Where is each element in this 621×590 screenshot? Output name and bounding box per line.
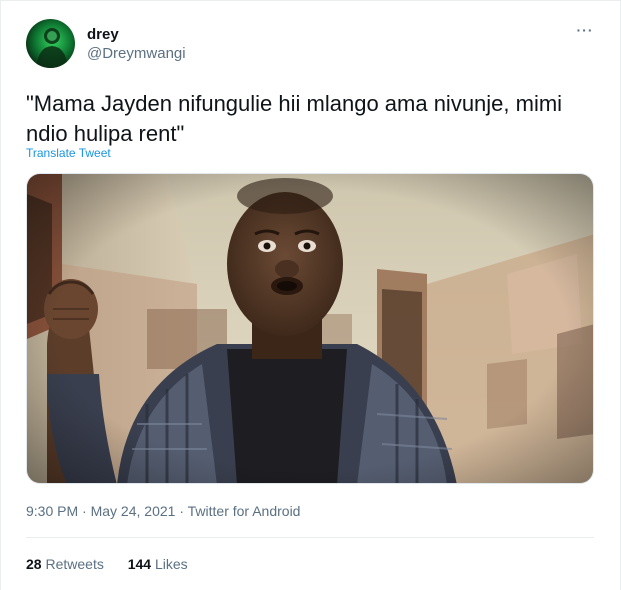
- tweet-metadata: 9:30 PM · May 24, 2021 · Twitter for And…: [26, 503, 300, 519]
- likes-stat[interactable]: 144 Likes: [128, 556, 188, 572]
- retweets-stat[interactable]: 28 Retweets: [26, 556, 104, 572]
- tweet-photo[interactable]: [26, 173, 594, 484]
- likes-label: Likes: [154, 556, 188, 572]
- retweets-count: 28: [26, 556, 42, 572]
- avatar[interactable]: [26, 19, 75, 68]
- tweet-text: "Mama Jayden nifungulie hii mlango ama n…: [26, 91, 563, 146]
- photo-image: [27, 174, 593, 483]
- translate-tweet-link[interactable]: Translate Tweet: [26, 146, 111, 160]
- likes-count: 144: [127, 556, 152, 572]
- tweet-time[interactable]: 9:30 PM: [26, 503, 78, 519]
- tweet-date[interactable]: May 24, 2021: [91, 503, 176, 519]
- meta-separator: ·: [175, 503, 188, 519]
- avatar-figure-icon: [36, 28, 68, 68]
- author-name[interactable]: drey: [87, 26, 119, 43]
- author-handle[interactable]: @Dreymwangi: [87, 45, 186, 62]
- more-dots-icon: ···: [576, 22, 594, 38]
- meta-separator: ·: [78, 503, 91, 519]
- retweets-label: Retweets: [45, 556, 104, 572]
- more-options-button[interactable]: ···: [575, 23, 595, 43]
- tweet-client[interactable]: Twitter for Android: [188, 503, 301, 519]
- tweet-stats: 28 Retweets 144 Likes: [26, 556, 208, 572]
- divider: [26, 537, 594, 538]
- tweet-card: drey @Dreymwangi ··· "Mama Jayden nifung…: [0, 0, 621, 590]
